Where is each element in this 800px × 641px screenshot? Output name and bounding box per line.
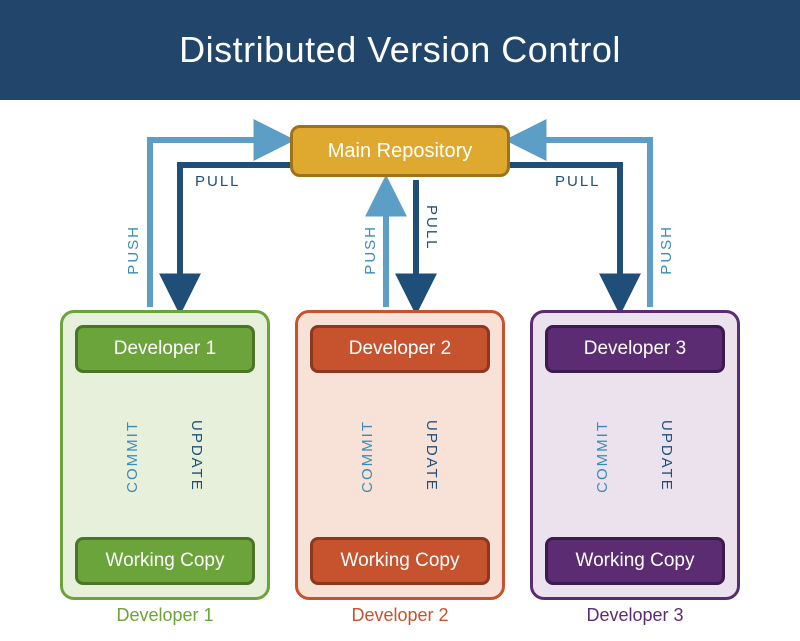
developer-3-working-label: Working Copy bbox=[576, 550, 695, 572]
main-repository-label: Main Repository bbox=[328, 140, 473, 163]
main-repository-node: Main Repository bbox=[290, 125, 510, 177]
push-label-2: PUSH bbox=[362, 225, 379, 275]
page-title: Distributed Version Control bbox=[179, 29, 621, 71]
developer-2-name: Developer 2 bbox=[349, 338, 451, 360]
commit-label-3: COMMIT bbox=[594, 420, 611, 493]
developer-3-working-copy-node: Working Copy bbox=[545, 537, 725, 585]
pull-label-1: PULL bbox=[195, 173, 241, 190]
developer-1-name: Developer 1 bbox=[114, 338, 216, 360]
developer-2-working-label: Working Copy bbox=[341, 550, 460, 572]
developer-2-repo-node: Developer 2 bbox=[310, 325, 490, 373]
pull-label-2: PULL bbox=[423, 205, 440, 251]
update-label-3: UPDATE bbox=[658, 420, 675, 492]
developer-3-caption: Developer 3 bbox=[530, 605, 740, 626]
push-label-1: PUSH bbox=[125, 225, 142, 275]
push-label-3: PUSH bbox=[658, 225, 675, 275]
developer-1-repo-node: Developer 1 bbox=[75, 325, 255, 373]
update-label-2: UPDATE bbox=[423, 420, 440, 492]
pull-label-3: PULL bbox=[555, 173, 601, 190]
title-bar: Distributed Version Control bbox=[0, 0, 800, 100]
commit-label-1: COMMIT bbox=[124, 420, 141, 493]
developer-1-panel: Developer 1 Working Copy bbox=[60, 310, 270, 600]
developer-2-panel: Developer 2 Working Copy bbox=[295, 310, 505, 600]
update-label-1: UPDATE bbox=[188, 420, 205, 492]
developer-3-panel: Developer 3 Working Copy bbox=[530, 310, 740, 600]
developer-1-working-copy-node: Working Copy bbox=[75, 537, 255, 585]
commit-label-2: COMMIT bbox=[359, 420, 376, 493]
diagram-canvas: Main Repository Developer 1 Working Copy… bbox=[0, 100, 800, 641]
developer-1-working-label: Working Copy bbox=[106, 550, 225, 572]
developer-2-caption: Developer 2 bbox=[295, 605, 505, 626]
developer-3-repo-node: Developer 3 bbox=[545, 325, 725, 373]
developer-3-name: Developer 3 bbox=[584, 338, 686, 360]
developer-1-caption: Developer 1 bbox=[60, 605, 270, 626]
developer-2-working-copy-node: Working Copy bbox=[310, 537, 490, 585]
